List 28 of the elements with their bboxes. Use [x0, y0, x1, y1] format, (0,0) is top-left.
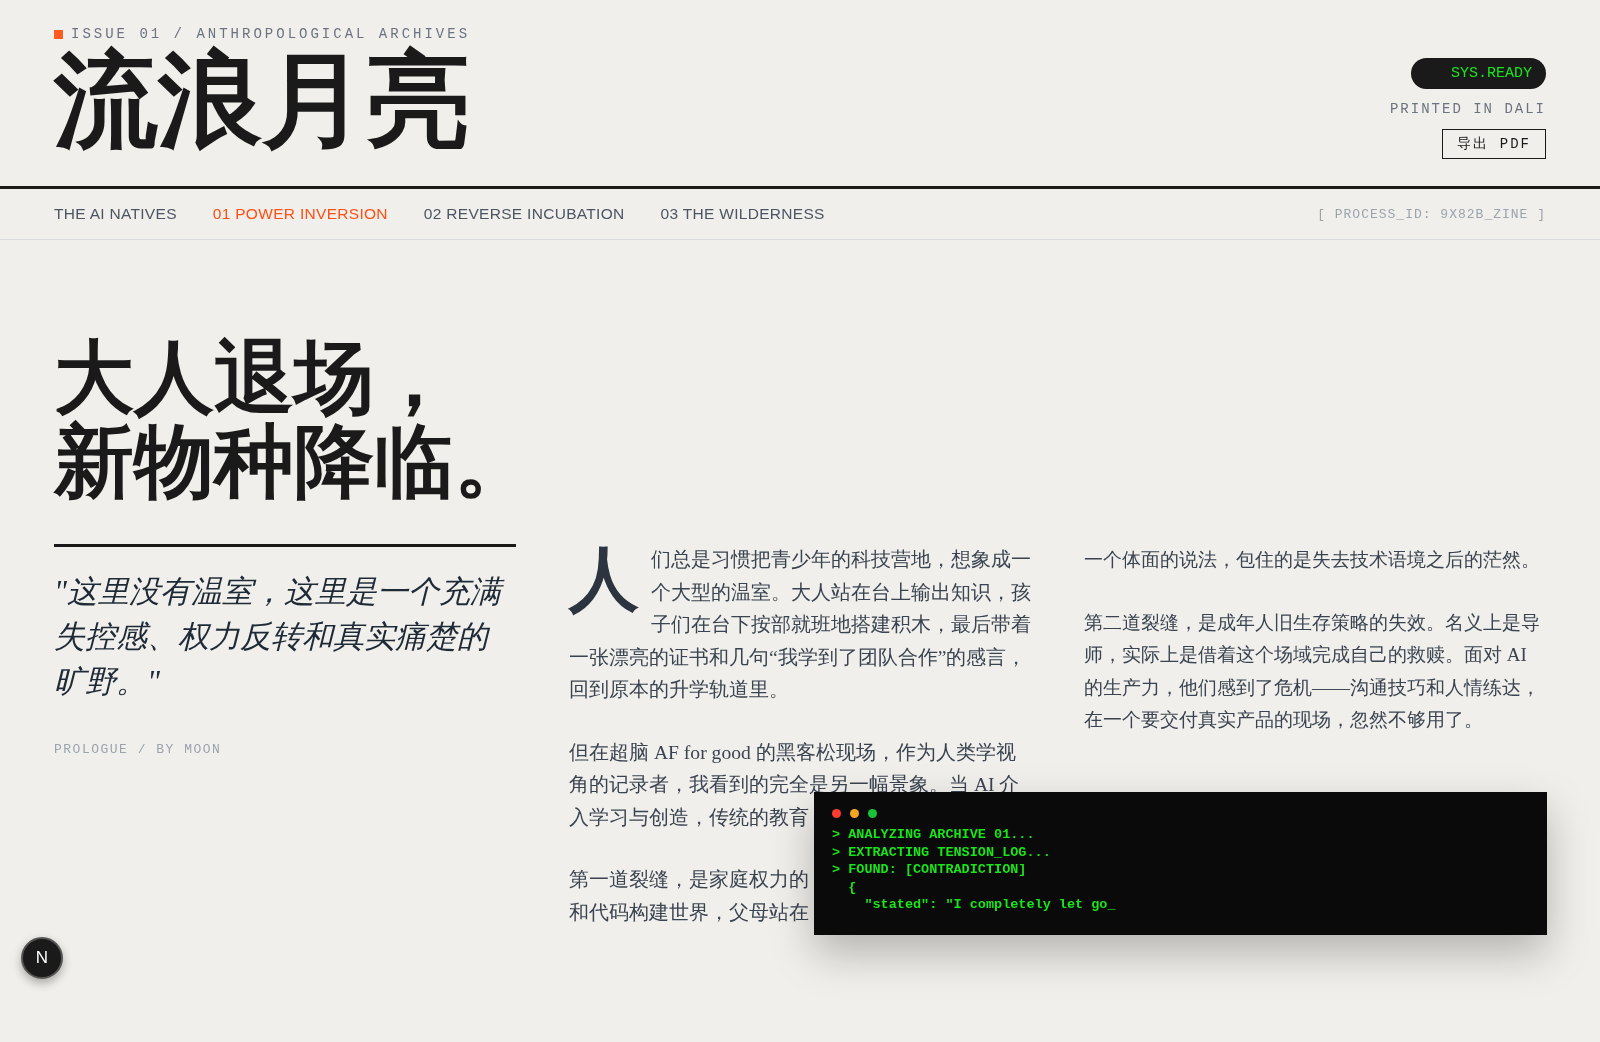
export-pdf-button[interactable]: 导出 PDF — [1442, 129, 1546, 159]
byline: PROLOGUE / BY MOON — [54, 742, 223, 757]
terminal-line: > ANALYZING ARCHIVE 01... — [832, 826, 1036, 844]
body-paragraph: 一个体面的说法，包住的是失去技术语境之后的茫然。 — [1084, 548, 1541, 572]
window-dot-icon — [832, 809, 841, 818]
body-text-line: 第一道裂缝，是家庭权力的 — [569, 868, 809, 892]
headline: 大人退场， — [54, 336, 454, 420]
process-id: [ PROCESS_ID: 9X82B_ZINE ] — [1317, 206, 1546, 222]
terminal-line: > FOUND: [CONTRADICTION] — [832, 861, 1028, 879]
issue-label: ISSUE 01 / ANTHROPOLOGICAL ARCHIVES — [71, 26, 471, 42]
status-pill: SYS.READY — [1411, 58, 1546, 89]
window-dot-icon — [850, 809, 859, 818]
terminal-line: { — [847, 878, 858, 897]
printed-label: PRINTED IN DALI — [1389, 101, 1546, 117]
body-text-line: 但在超脑 AF for good 的黑客松现场，作为人类学视 — [569, 740, 1016, 765]
nav-tab[interactable]: 03 THE WILDERNESS — [660, 205, 825, 223]
square-icon — [54, 29, 63, 39]
dev-badge-button[interactable]: N — [21, 937, 63, 979]
nav-tab[interactable]: THE AI NATIVES — [54, 205, 177, 223]
window-dot-icon — [868, 809, 877, 818]
body-paragraph: 第二道裂缝，是成年人旧生存策略的失效。名义上是导师，实际上是借着这个场域完成自己的救赎。面对 AI 的生产力，他们感到了危机——沟通技巧和人情练达，在一个要交付真实产品的现场，忽然不够用了。 — [1084, 610, 1541, 732]
nav-tab[interactable]: 02 REVERSE INCUBATION — [423, 205, 625, 223]
headline: 新物种降临。 — [54, 420, 534, 504]
terminal-line: "stated": "I completely let go_ — [863, 896, 1117, 914]
terminal-line: > EXTRACTING TENSION_LOG... — [832, 843, 1052, 862]
body-text-line: 入学习与创造，传统的教育 — [569, 805, 809, 830]
body-text-line: 和代码构建世界，父母站在 — [569, 900, 809, 925]
pull-quote: "这里没有温室，这里是一个充满失控感、权力反转和真实痛楚的旷野。" — [54, 569, 516, 704]
